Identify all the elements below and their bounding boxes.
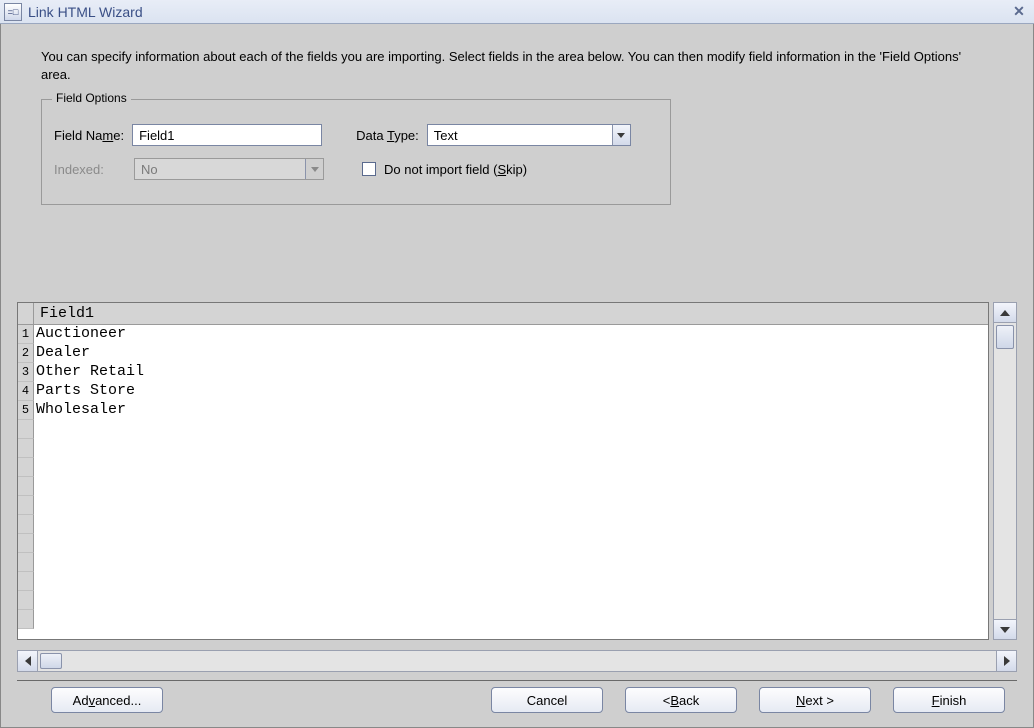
table-row[interactable]	[18, 515, 988, 534]
cell	[34, 572, 988, 591]
row-number	[18, 515, 34, 534]
chevron-down-icon	[305, 159, 323, 179]
scroll-thumb[interactable]	[40, 653, 62, 669]
table-row[interactable]	[18, 534, 988, 553]
row-number: 5	[18, 401, 34, 420]
cell	[34, 496, 988, 515]
skip-checkbox[interactable]	[362, 162, 376, 176]
cell	[34, 515, 988, 534]
intro-text: You can specify information about each o…	[41, 48, 993, 83]
field-name-input[interactable]	[132, 124, 322, 146]
table-row[interactable]: 4Parts Store	[18, 382, 988, 401]
table-row[interactable]	[18, 553, 988, 572]
cell	[34, 439, 988, 458]
row-number: 4	[18, 382, 34, 401]
row-header-corner	[18, 303, 34, 324]
next-button[interactable]: Next >	[759, 687, 871, 713]
data-type-label: Data Type:	[356, 128, 419, 143]
table-row[interactable]	[18, 458, 988, 477]
scroll-down-icon[interactable]	[994, 619, 1016, 639]
finish-button[interactable]: Finish	[893, 687, 1005, 713]
row-number: 3	[18, 363, 34, 382]
field-name-label: Field Name:	[54, 128, 124, 143]
cell	[34, 420, 988, 439]
close-icon[interactable]: ✕	[1008, 3, 1030, 21]
table-row[interactable]: 1Auctioneer	[18, 325, 988, 344]
column-header[interactable]: Field1	[34, 303, 988, 324]
indexed-combo: No	[134, 158, 324, 180]
cell	[34, 477, 988, 496]
data-type-value: Text	[428, 128, 612, 143]
back-button[interactable]: < Back	[625, 687, 737, 713]
table-row[interactable]	[18, 610, 988, 629]
field-options-legend: Field Options	[52, 91, 131, 105]
cell: Auctioneer	[34, 325, 988, 344]
vertical-scrollbar[interactable]	[993, 302, 1017, 640]
window-title: Link HTML Wizard	[28, 4, 1008, 20]
row-number	[18, 553, 34, 572]
table-row[interactable]	[18, 572, 988, 591]
cell: Wholesaler	[34, 401, 988, 420]
field-options-group: Field Options Field Name: Data Type: Tex…	[41, 99, 671, 205]
indexed-label: Indexed:	[54, 162, 126, 177]
table-row[interactable]	[18, 439, 988, 458]
row-number: 1	[18, 325, 34, 344]
row-number	[18, 572, 34, 591]
table-row[interactable]	[18, 591, 988, 610]
cancel-button[interactable]: Cancel	[491, 687, 603, 713]
indexed-value: No	[135, 162, 305, 177]
table-row[interactable]: 5Wholesaler	[18, 401, 988, 420]
data-preview-grid: Field1 1Auctioneer2Dealer3Other Retail4P…	[17, 302, 1017, 640]
skip-label: Do not import field (Skip)	[384, 162, 527, 177]
row-number	[18, 591, 34, 610]
separator	[17, 680, 1017, 681]
app-icon: =□	[4, 3, 22, 21]
chevron-down-icon[interactable]	[612, 125, 630, 145]
dialog-body: You can specify information about each o…	[0, 24, 1034, 728]
scroll-left-icon[interactable]	[18, 651, 38, 671]
table-row[interactable]	[18, 420, 988, 439]
table-row[interactable]: 2Dealer	[18, 344, 988, 363]
row-number	[18, 477, 34, 496]
row-number	[18, 420, 34, 439]
title-bar: =□ Link HTML Wizard ✕	[0, 0, 1034, 24]
cell: Other Retail	[34, 363, 988, 382]
cell: Parts Store	[34, 382, 988, 401]
cell	[34, 458, 988, 477]
horizontal-scrollbar[interactable]	[17, 650, 1017, 672]
table-row[interactable]	[18, 496, 988, 515]
row-number	[18, 496, 34, 515]
scroll-thumb[interactable]	[996, 325, 1014, 349]
data-type-combo[interactable]: Text	[427, 124, 631, 146]
advanced-button[interactable]: Advanced...	[51, 687, 163, 713]
table-row[interactable]	[18, 477, 988, 496]
cell: Dealer	[34, 344, 988, 363]
cell	[34, 591, 988, 610]
row-number	[18, 534, 34, 553]
row-number: 2	[18, 344, 34, 363]
row-number	[18, 439, 34, 458]
cell	[34, 553, 988, 572]
row-number	[18, 458, 34, 477]
wizard-footer: Advanced... Cancel < Back Next > Finish	[1, 687, 1033, 713]
table-row[interactable]: 3Other Retail	[18, 363, 988, 382]
cell	[34, 534, 988, 553]
scroll-right-icon[interactable]	[996, 651, 1016, 671]
row-number	[18, 610, 34, 629]
cell	[34, 610, 988, 629]
scroll-up-icon[interactable]	[994, 303, 1016, 323]
